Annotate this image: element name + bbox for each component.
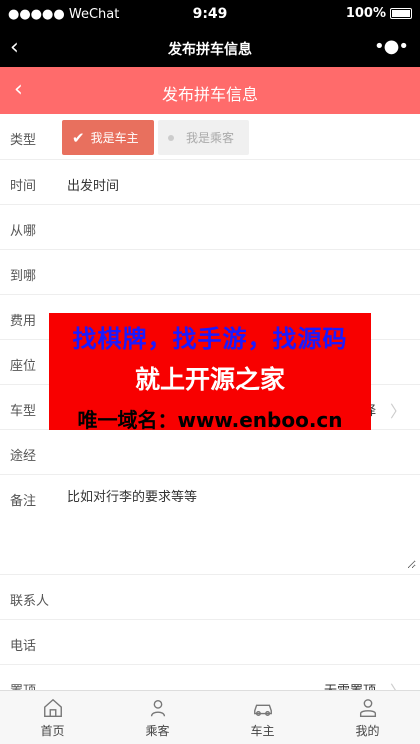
tab-mine-label: 我的 bbox=[355, 724, 380, 738]
phone-row[interactable]: 电话 bbox=[0, 620, 420, 665]
to-label: 到哪 bbox=[10, 269, 37, 284]
contact-row[interactable]: 联系人 bbox=[0, 575, 420, 620]
user-icon bbox=[315, 697, 420, 719]
driver-option-button[interactable]: ✔ 我是车主 bbox=[62, 120, 154, 155]
seats-label: 座位 bbox=[10, 359, 37, 374]
tab-passenger-label: 乘客 bbox=[145, 724, 170, 738]
passenger-option-label: 我是乘客 bbox=[186, 131, 235, 145]
chevron-right-icon: 〉 bbox=[389, 402, 406, 421]
battery-icon bbox=[390, 8, 412, 19]
phone-label: 电话 bbox=[10, 639, 37, 654]
note-row: 备注 bbox=[0, 475, 420, 575]
type-label: 类型 bbox=[10, 133, 37, 148]
fee-label: 费用 bbox=[10, 314, 37, 329]
ad-line-3: 唯一域名：www.enboo.cn bbox=[77, 408, 343, 432]
wechat-nav-bar: ‹ 发布拼车信息 •●• bbox=[0, 30, 420, 67]
time-row[interactable]: 时间 出发时间 bbox=[0, 160, 420, 205]
time-input[interactable]: 出发时间 bbox=[67, 175, 119, 194]
more-icon[interactable]: •●• bbox=[374, 36, 409, 57]
tab-driver-label: 车主 bbox=[250, 724, 275, 738]
passenger-option-button[interactable]: 我是乘客 bbox=[158, 120, 249, 155]
check-icon: ✔ bbox=[72, 128, 85, 147]
via-label: 途经 bbox=[10, 449, 37, 464]
note-label: 备注 bbox=[10, 494, 37, 509]
to-row[interactable]: 到哪 bbox=[0, 250, 420, 295]
car-type-label: 车型 bbox=[10, 404, 37, 419]
radio-dot-icon bbox=[168, 134, 174, 141]
person-icon bbox=[105, 697, 210, 719]
battery: 100% bbox=[346, 6, 412, 21]
home-icon bbox=[0, 697, 105, 719]
tab-home[interactable]: 首页 bbox=[0, 691, 105, 744]
battery-percent: 100% bbox=[345, 6, 386, 21]
status-bar: ●●●●● WeChat 9:49 100% bbox=[0, 0, 420, 30]
from-row[interactable]: 从哪 bbox=[0, 205, 420, 250]
via-row[interactable]: 途经 bbox=[0, 430, 420, 475]
time-label: 时间 bbox=[10, 179, 37, 194]
ad-banner[interactable]: 找棋牌，找手游，找源码 就上开源之家 唯一域名：www.enboo.cn bbox=[49, 313, 371, 432]
from-label: 从哪 bbox=[10, 224, 37, 239]
car-icon bbox=[210, 697, 315, 719]
tab-driver[interactable]: 车主 bbox=[210, 691, 315, 744]
page-title: 发布拼车信息 bbox=[161, 85, 258, 104]
tab-passenger[interactable]: 乘客 bbox=[105, 691, 210, 744]
type-row: 类型 ✔ 我是车主 我是乘客 bbox=[0, 114, 420, 160]
tab-bar: 首页 乘客 车主 我的 bbox=[0, 690, 420, 744]
ad-line-1: 找棋牌，找手游，找源码 bbox=[72, 325, 348, 353]
driver-option-label: 我是车主 bbox=[90, 131, 139, 145]
ad-line-2: 就上开源之家 bbox=[134, 365, 285, 394]
page-header: ‹ 发布拼车信息 bbox=[0, 67, 420, 114]
tab-mine[interactable]: 我的 bbox=[315, 691, 420, 744]
contact-label: 联系人 bbox=[10, 594, 50, 609]
note-textarea[interactable] bbox=[62, 483, 416, 569]
wechat-title: 发布拼车信息 bbox=[168, 42, 252, 58]
tab-home-label: 首页 bbox=[40, 724, 65, 738]
